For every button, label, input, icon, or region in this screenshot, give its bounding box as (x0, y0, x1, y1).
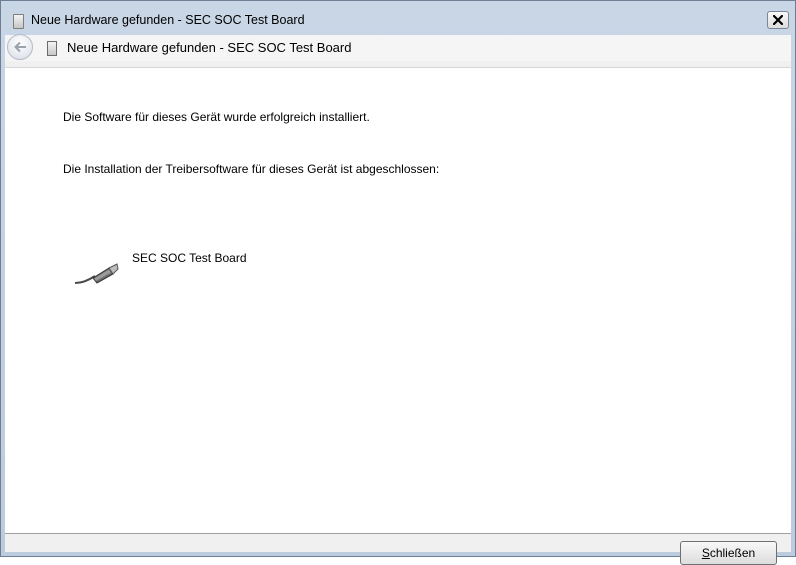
close-button-label: chließen (709, 546, 756, 560)
button-bar: Schließen (5, 534, 791, 565)
usb-cable-icon (74, 263, 119, 284)
close-icon (773, 15, 783, 25)
window-title: Neue Hardware gefunden - SEC SOC Test Bo… (31, 13, 305, 27)
back-button[interactable] (7, 34, 33, 60)
back-arrow-icon (14, 41, 26, 53)
usb-device-icon (47, 41, 57, 56)
title-bar[interactable]: Neue Hardware gefunden - SEC SOC Test Bo… (5, 5, 791, 35)
dialog-window: Neue Hardware gefunden - SEC SOC Test Bo… (0, 0, 796, 565)
navigation-bar: Neue Hardware gefunden - SEC SOC Test Bo… (5, 34, 791, 61)
install-complete-message: Die Installation der Treibersoftware für… (63, 162, 440, 176)
close-button-mnemonic: S (701, 546, 710, 560)
nav-title: Neue Hardware gefunden - SEC SOC Test Bo… (67, 40, 352, 55)
window-close-button[interactable] (767, 11, 789, 29)
close-button[interactable]: Schließen (680, 541, 777, 565)
device-name: SEC SOC Test Board (132, 251, 247, 265)
dialog-client-area: Neue Hardware gefunden - SEC SOC Test Bo… (5, 34, 791, 565)
success-message: Die Software für dieses Gerät wurde erfo… (63, 110, 370, 124)
usb-device-icon (13, 14, 24, 29)
content-panel: Die Software für dieses Gerät wurde erfo… (5, 67, 791, 534)
